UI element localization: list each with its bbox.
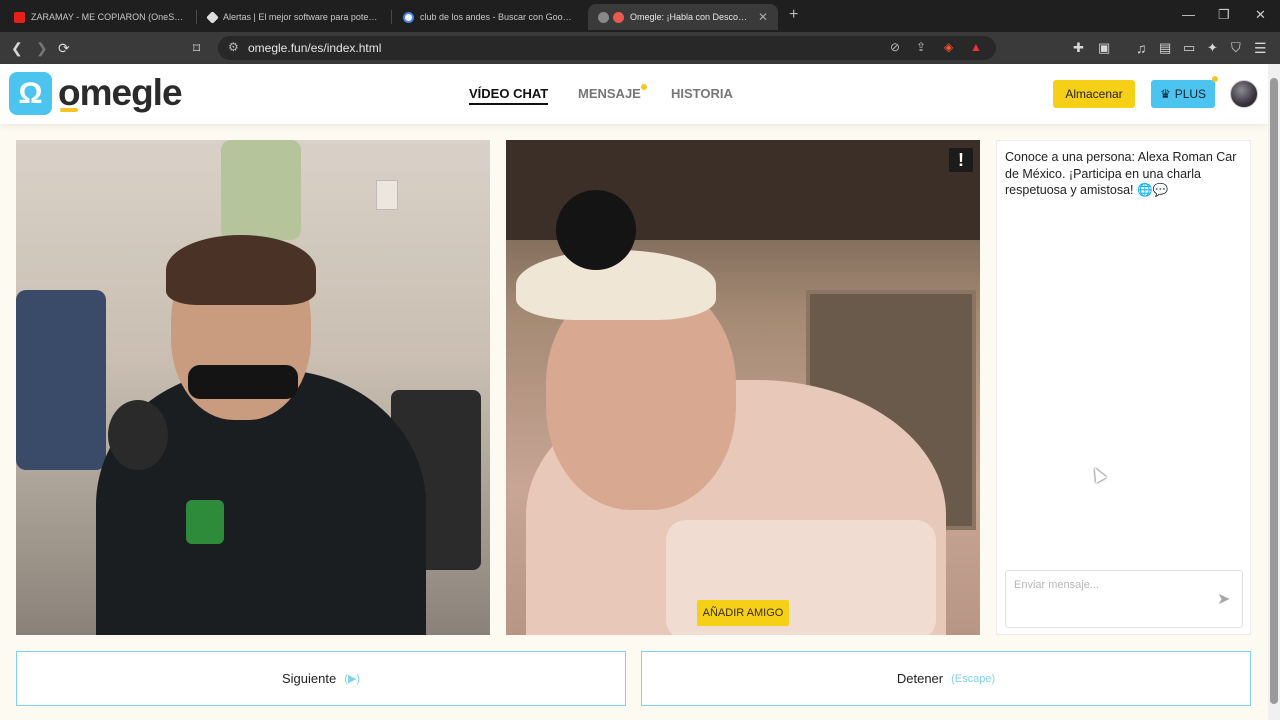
share-icon[interactable]: ⇪ bbox=[916, 40, 926, 54]
close-tab-icon[interactable]: ✕ bbox=[758, 10, 768, 24]
plus-label: PLUS bbox=[1174, 87, 1207, 101]
nav-mensaje[interactable]: MENSAJE bbox=[578, 86, 641, 101]
chat-panel: Conoce a una persona: Alexa Roman Car de… bbox=[996, 140, 1251, 635]
stop-button[interactable]: Detener (Escape) bbox=[641, 651, 1251, 706]
back-icon[interactable]: ❮ bbox=[11, 39, 23, 57]
notification-dot bbox=[641, 84, 647, 90]
url-text[interactable]: omegle.fun/es/index.html bbox=[248, 41, 381, 55]
crown-icon: ♛ bbox=[1159, 87, 1171, 101]
browser-tab-youtube[interactable]: ZARAMAY - ME COPIARON (OneShot B bbox=[4, 4, 194, 30]
new-tab-icon[interactable]: + bbox=[789, 6, 798, 24]
avatar[interactable] bbox=[1230, 80, 1258, 108]
close-window-icon[interactable]: ✕ bbox=[1255, 7, 1266, 23]
tab-title: ZARAMAY - ME COPIARON (OneShot B bbox=[31, 12, 184, 22]
wallet-icon[interactable]: ▭ bbox=[1183, 39, 1195, 57]
stop-label: Detener bbox=[896, 671, 944, 686]
extensions-icon[interactable]: ✚ bbox=[1073, 39, 1084, 57]
tab-title: club de los andes - Buscar con Google bbox=[420, 12, 573, 22]
sidebar-icon[interactable]: ▤ bbox=[1159, 39, 1171, 57]
screenshot-icon[interactable]: ▣ bbox=[1098, 39, 1110, 57]
browser-tab-omegle[interactable]: Omegle: ¡Habla con Desconocidos ✕ bbox=[588, 4, 778, 30]
brave-shield-icon[interactable]: ◈ bbox=[944, 40, 953, 54]
report-button[interactable]: ! bbox=[949, 148, 973, 172]
bookmark-icon[interactable]: ⌑ bbox=[193, 39, 200, 57]
site-settings-icon[interactable]: ⚙ bbox=[228, 40, 239, 54]
reload-icon[interactable]: ⟳ bbox=[58, 39, 70, 57]
browser-toolbar: ❮ ❯ ⟳ ⌑ ⚙ omegle.fun/es/index.html ⊘ ⇪ ◈… bbox=[0, 32, 1280, 64]
add-friend-label: AÑADIR AMIGO bbox=[702, 607, 784, 619]
nav-video-chat[interactable]: VÍDEO CHAT bbox=[469, 86, 549, 105]
store-label: Almacenar bbox=[1065, 87, 1123, 101]
tab-title: Omegle: ¡Habla con Desconocidos bbox=[630, 12, 750, 22]
google-icon bbox=[403, 11, 414, 23]
send-icon[interactable]: ➤ bbox=[1217, 589, 1230, 609]
remote-video bbox=[506, 140, 980, 635]
restore-icon[interactable]: ❐ bbox=[1218, 7, 1230, 23]
plus-button[interactable]: ♛ PLUS bbox=[1151, 80, 1215, 108]
minimize-icon[interactable]: — bbox=[1182, 7, 1195, 22]
leo-ai-icon[interactable]: ✦ bbox=[1207, 39, 1218, 57]
alertas-icon bbox=[206, 10, 219, 24]
stop-hint: (Escape) bbox=[951, 672, 996, 685]
youtube-icon bbox=[14, 11, 25, 23]
vpn-icon[interactable]: ⛉ bbox=[1231, 39, 1241, 57]
chat-compose: ➤ bbox=[1005, 570, 1243, 628]
notification-dot bbox=[1212, 76, 1218, 82]
message-input[interactable] bbox=[1006, 571, 1206, 627]
recording-icon bbox=[613, 11, 624, 23]
system-message: Conoce a una persona: Alexa Roman Car de… bbox=[1005, 150, 1237, 197]
menu-icon[interactable]: ☰ bbox=[1254, 39, 1267, 57]
browser-tab-google[interactable]: club de los andes - Buscar con Google bbox=[393, 4, 583, 30]
media-blocked-icon[interactable]: ⊘ bbox=[890, 40, 900, 54]
next-hint: (▶) bbox=[344, 673, 360, 685]
omegle-logo-icon[interactable]: Ω bbox=[9, 72, 52, 115]
add-friend-button[interactable]: AÑADIR AMIGO bbox=[697, 600, 789, 626]
forward-icon[interactable]: ❯ bbox=[36, 39, 48, 57]
scroll-thumb[interactable] bbox=[1270, 78, 1278, 704]
address-bar[interactable]: ⚙ omegle.fun/es/index.html ⊘ ⇪ ◈ ▲ bbox=[218, 36, 996, 60]
page-scrollbar[interactable] bbox=[1268, 64, 1280, 720]
nav-historia[interactable]: HISTORIA bbox=[671, 86, 733, 101]
globe-icon bbox=[598, 11, 609, 23]
browser-tab-alertas[interactable]: Alertas | El mejor software para potenci… bbox=[198, 4, 388, 30]
browser-tab-bar: ZARAMAY - ME COPIARON (OneShot B Alertas… bbox=[0, 0, 1280, 32]
logo-accent bbox=[60, 108, 78, 112]
next-button[interactable]: Siguiente (▶) bbox=[16, 651, 626, 706]
rewards-icon[interactable]: ▲ bbox=[970, 40, 982, 54]
site-header: Ω omegle VÍDEO CHAT MENSAJE HISTORIA Alm… bbox=[0, 64, 1268, 124]
tab-title: Alertas | El mejor software para potenci… bbox=[223, 12, 378, 22]
music-icon[interactable]: ♫ bbox=[1136, 39, 1147, 57]
next-label: Siguiente bbox=[281, 671, 337, 686]
store-button[interactable]: Almacenar bbox=[1053, 80, 1135, 108]
local-video bbox=[16, 140, 490, 635]
